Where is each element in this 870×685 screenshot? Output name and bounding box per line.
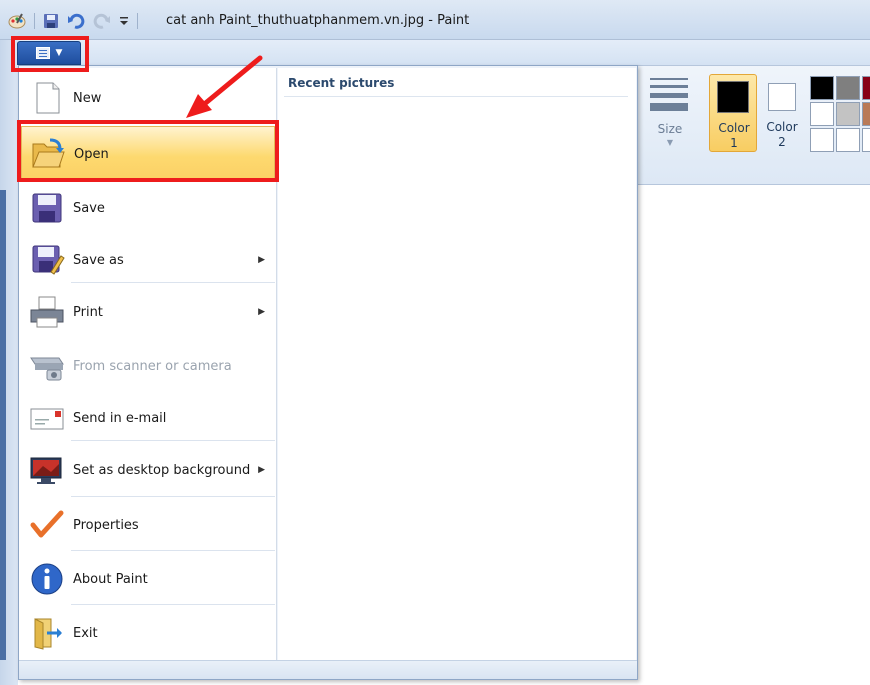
- menu-item-print[interactable]: Print ▶: [21, 284, 275, 340]
- size-label: Size: [657, 122, 683, 136]
- color-1-swatch: [717, 81, 749, 113]
- toolbar-separator: [137, 13, 138, 29]
- menu-separator: [71, 604, 275, 605]
- palette-swatch[interactable]: [862, 76, 870, 100]
- menu-item-label: From scanner or camera: [73, 358, 232, 374]
- color-2-label-line1: Color: [766, 120, 798, 134]
- checkmark-icon: [30, 510, 64, 538]
- submenu-arrow-icon: ▶: [258, 465, 265, 475]
- open-item-highlight: [17, 120, 279, 182]
- menu-separator: [71, 550, 275, 551]
- palette-swatch[interactable]: [836, 76, 860, 100]
- submenu-arrow-icon: ▶: [258, 255, 265, 265]
- paint-menu-button-highlight: [11, 36, 89, 72]
- color-1-label-line1: Color: [718, 121, 750, 135]
- menu-item-about-paint[interactable]: About Paint: [21, 552, 275, 606]
- palette-swatch[interactable]: [836, 102, 860, 126]
- menu-item-label: Save as: [73, 252, 124, 268]
- menu-item-properties[interactable]: Properties: [21, 498, 275, 552]
- new-file-icon: [36, 82, 60, 114]
- red-arrow-icon: [186, 55, 263, 118]
- save-as-icon: [32, 245, 65, 275]
- palette-swatch[interactable]: [810, 76, 834, 100]
- menu-separator: [71, 496, 275, 497]
- menu-item-label: Save: [73, 200, 105, 216]
- menu-item-set-as-desktop-background[interactable]: Set as desktop background ▶: [21, 442, 275, 498]
- recent-pictures-heading: Recent pictures: [288, 76, 395, 90]
- color-1-label-line2: 1: [730, 136, 738, 150]
- menu-item-label: Set as desktop background: [73, 462, 251, 478]
- recent-pictures-pane: Recent pictures: [278, 68, 636, 660]
- undo-icon[interactable]: [67, 13, 85, 29]
- paint-app-icon[interactable]: [8, 12, 26, 30]
- menu-item-save-as[interactable]: Save as ▶: [21, 234, 275, 286]
- menu-item-label: Print: [73, 304, 103, 320]
- color-1-button[interactable]: Color 1: [709, 74, 757, 152]
- menu-item-from-scanner-or-camera[interactable]: From scanner or camera: [21, 340, 275, 392]
- color-palette: [810, 76, 870, 152]
- menu-footer-bar: [19, 660, 637, 679]
- menu-separator: [71, 440, 275, 441]
- window-edge-accent: [0, 190, 6, 660]
- color-2-swatch: [768, 83, 796, 111]
- ribbon-tab-strip: [0, 40, 870, 66]
- scanner-icon: [30, 357, 64, 381]
- palette-swatch[interactable]: [862, 128, 870, 152]
- email-icon: [30, 408, 64, 430]
- window-left-edge: [0, 40, 18, 685]
- toolbar-separator: [34, 13, 35, 29]
- customize-toolbar-dropdown-icon[interactable]: [119, 15, 129, 27]
- menu-separator: [71, 282, 275, 283]
- save-disk-icon: [32, 193, 62, 223]
- save-icon[interactable]: [43, 13, 59, 29]
- quick-access-toolbar: [8, 10, 138, 32]
- menu-item-label: Properties: [73, 517, 139, 533]
- color-2-label-line2: 2: [778, 135, 786, 149]
- menu-item-label: Exit: [73, 625, 98, 641]
- menu-item-save[interactable]: Save: [21, 182, 275, 234]
- printer-icon: [30, 296, 64, 328]
- palette-swatch[interactable]: [810, 102, 834, 126]
- palette-swatch[interactable]: [862, 102, 870, 126]
- menu-item-label: Send in e-mail: [73, 410, 167, 426]
- title-bar: cat anh Paint_thuthuatphanmem.vn.jpg - P…: [0, 0, 870, 40]
- heading-divider: [284, 96, 628, 97]
- menu-item-exit[interactable]: Exit: [21, 606, 275, 660]
- menu-item-label: About Paint: [73, 571, 148, 587]
- submenu-arrow-icon: ▶: [258, 307, 265, 317]
- menu-item-label: New: [73, 90, 102, 106]
- menu-item-send-in-email[interactable]: Send in e-mail: [21, 392, 275, 444]
- palette-swatch[interactable]: [836, 128, 860, 152]
- exit-icon: [34, 618, 62, 650]
- window-title: cat anh Paint_thuthuatphanmem.vn.jpg - P…: [166, 13, 470, 28]
- redo-icon[interactable]: [93, 13, 111, 29]
- line-width-icon: [650, 78, 688, 116]
- info-icon: [31, 563, 63, 595]
- desktop-icon: [30, 457, 62, 484]
- size-button[interactable]: Size ▼: [645, 72, 695, 156]
- chevron-down-icon: ▼: [666, 138, 674, 147]
- color-2-button[interactable]: Color 2: [758, 74, 806, 152]
- palette-swatch[interactable]: [810, 128, 834, 152]
